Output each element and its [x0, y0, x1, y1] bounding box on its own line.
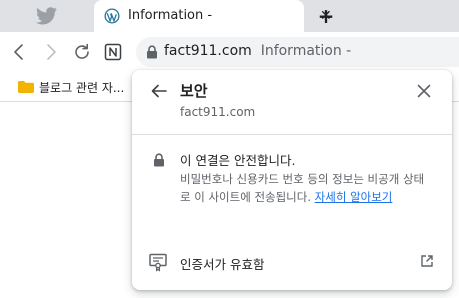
- divider: [132, 134, 452, 135]
- site-security-popup: 보안 fact911.com 이 연결은 안전합니다. 비밀번호나 신용카드 번…: [132, 70, 452, 290]
- external-link-icon[interactable]: [420, 254, 434, 268]
- n-box-icon[interactable]: [102, 41, 124, 63]
- close-icon[interactable]: [416, 83, 432, 99]
- learn-more-link[interactable]: 자세히 알아보기: [315, 190, 393, 204]
- lock-icon: [154, 153, 164, 167]
- reload-icon[interactable]: [71, 41, 93, 63]
- toolbar: fact911.com Information -: [0, 32, 459, 72]
- connection-description: 비밀번호나 신용카드 번호 등의 정보는 비공개 상태로 이 사이트에 전송됩니…: [180, 170, 432, 206]
- arrow-left-icon[interactable]: [150, 83, 168, 99]
- popup-title: 보안: [180, 82, 208, 100]
- address-bar[interactable]: fact911.com Information -: [136, 37, 459, 67]
- certificate-icon: [149, 253, 167, 272]
- url-page-title: Information -: [260, 43, 352, 59]
- popup-domain: fact911.com: [180, 105, 256, 119]
- arrow-left-icon[interactable]: [8, 41, 30, 63]
- tab-strip: Information - ✕ +: [0, 0, 459, 32]
- certificate-valid-label[interactable]: 인증서가 유효함: [180, 254, 264, 273]
- wordpress-icon: [104, 8, 120, 24]
- url-text: fact911.com Information -: [164, 43, 351, 59]
- tab-inactive[interactable]: [14, 0, 78, 32]
- lock-icon[interactable]: [146, 45, 158, 59]
- bird-logo-icon: [36, 7, 57, 25]
- url-domain: fact911.com: [164, 43, 252, 59]
- new-tab-button[interactable]: +: [316, 5, 336, 27]
- bookmark-label: 블로그 관련 자...: [39, 81, 125, 95]
- arrow-right-icon[interactable]: [40, 41, 62, 63]
- connection-secure-heading: 이 연결은 안전합니다.: [180, 153, 296, 168]
- tab-title: Information -: [128, 8, 213, 23]
- folder-icon: [18, 81, 34, 93]
- tab-active[interactable]: Information - ✕: [94, 0, 332, 32]
